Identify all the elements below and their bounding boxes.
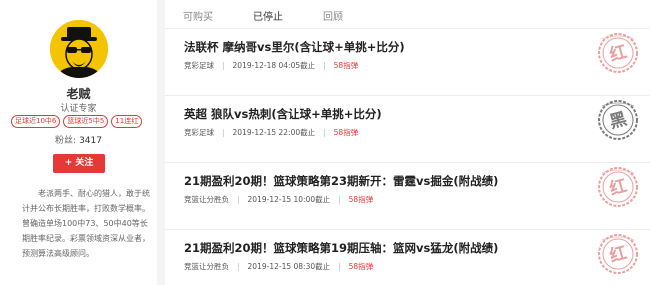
follow-label: 关注 [75,158,94,168]
plan-title[interactable]: 21期盈利20期！篮球策略第23期新开：雷霆vs掘金(附战绩) [184,173,498,189]
plan-category: 竞彩足球 [184,128,214,137]
profile-role: 认证专家 [60,104,97,114]
plan-deadline: 2019-12-15 08:30截止 [247,262,331,271]
stamp-label: 黑 [607,109,629,133]
plan-item[interactable]: 21期盈利20期！篮球策略第23期新开：雷霆vs掘金(附战绩) 竞篮让分胜负 | 2… [165,163,650,230]
fans-label: 粉丝: [55,136,77,146]
plan-category: 竞篮让分胜负 [184,262,229,271]
result-stamp-icon: 红 [596,31,638,77]
plan-meta: 竞彩足球 | 2019-12-18 04:05截止 | 58指弹 [184,61,359,70]
plan-meta: 竞彩足球 | 2019-12-15 22:00截止 | 58指弹 [184,128,359,137]
tab-bar: 可购买 已停止 回顾 [165,0,650,29]
result-stamp-icon: 红 [596,232,638,278]
plan-deadline: 2019-12-15 22:00截止 [232,128,316,137]
stamp-label: 红 [607,175,629,200]
plan-price: 58指弹 [333,61,359,70]
badge-basketball-record: 篮球近5中5 [63,115,109,128]
record-badges: 足球近10中6 篮球近5中5 11连红 [11,115,143,128]
fans-count: 粉丝: 3417 [0,133,157,146]
plan-item[interactable]: 法联杯 摩纳哥vs里尔(含让球+单挑+比分) 竞彩足球 | 2019-12-18 0… [165,29,650,96]
plan-title[interactable]: 21期盈利20期！篮球策略第19期压轴：篮网vs猛龙(附战绩) [184,240,498,256]
plan-price: 58指弹 [348,195,374,204]
plan-price: 58指弹 [348,262,374,271]
plus-icon: + [64,158,73,168]
plan-category: 竞篮让分胜负 [184,195,229,204]
plan-category: 竞彩足球 [184,61,214,70]
profile-bio: 老派两手、耐心的猎人，敢于统计并公布长期胜率，打败数学概率。曾确造单场100中7… [22,189,150,258]
plan-deadline: 2019-12-15 10:00截止 [247,195,331,204]
plan-item[interactable]: 21期盈利20期！篮球策略第19期压轴：篮网vs猛龙(附战绩) 竞篮让分胜负 | 2… [165,230,650,285]
plan-title[interactable]: 法联杯 摩纳哥vs里尔(含让球+单挑+比分) [184,39,405,55]
badge-win-streak: 11连红 [111,115,143,128]
fans-number: 3417 [79,136,102,146]
plan-deadline: 2019-12-18 04:05截止 [232,61,316,70]
plan-price: 58指弹 [333,128,359,137]
stamp-label: 红 [607,41,629,66]
avatar-illustration [50,20,108,78]
tab-stopped[interactable]: 已停止 [253,8,283,23]
profile-name: 老贼 [66,87,91,101]
stamp-label: 红 [607,242,629,267]
profile-card: 老贼 认证专家 足球近10中6 篮球近5中5 11连红 粉丝: 3417 + 关注 … [0,0,157,285]
avatar[interactable] [50,20,108,78]
tab-review[interactable]: 回顾 [323,8,343,23]
page: 老贼 认证专家 足球近10中6 篮球近5中5 11连红 粉丝: 3417 + 关注 … [0,0,650,285]
plan-title[interactable]: 英超 狼队vs热刺(含让球+单挑+比分) [184,106,382,122]
tab-available[interactable]: 可购买 [183,8,213,23]
plan-list-panel: 可购买 已停止 回顾 法联杯 摩纳哥vs里尔(含让球+单挑+比分) 竞彩足球 | 2… [165,0,650,285]
plan-meta: 竞篮让分胜负 | 2019-12-15 08:30截止 | 58指弹 [184,262,374,271]
result-stamp-icon: 黑 [596,98,638,144]
plan-item[interactable]: 英超 狼队vs热刺(含让球+单挑+比分) 竞彩足球 | 2019-12-15 22:… [165,96,650,163]
result-stamp-icon: 红 [596,165,638,211]
follow-button[interactable]: + 关注 [53,154,105,173]
plan-meta: 竞篮让分胜负 | 2019-12-15 10:00截止 | 58指弹 [184,195,374,204]
badge-football-record: 足球近10中6 [11,115,61,128]
